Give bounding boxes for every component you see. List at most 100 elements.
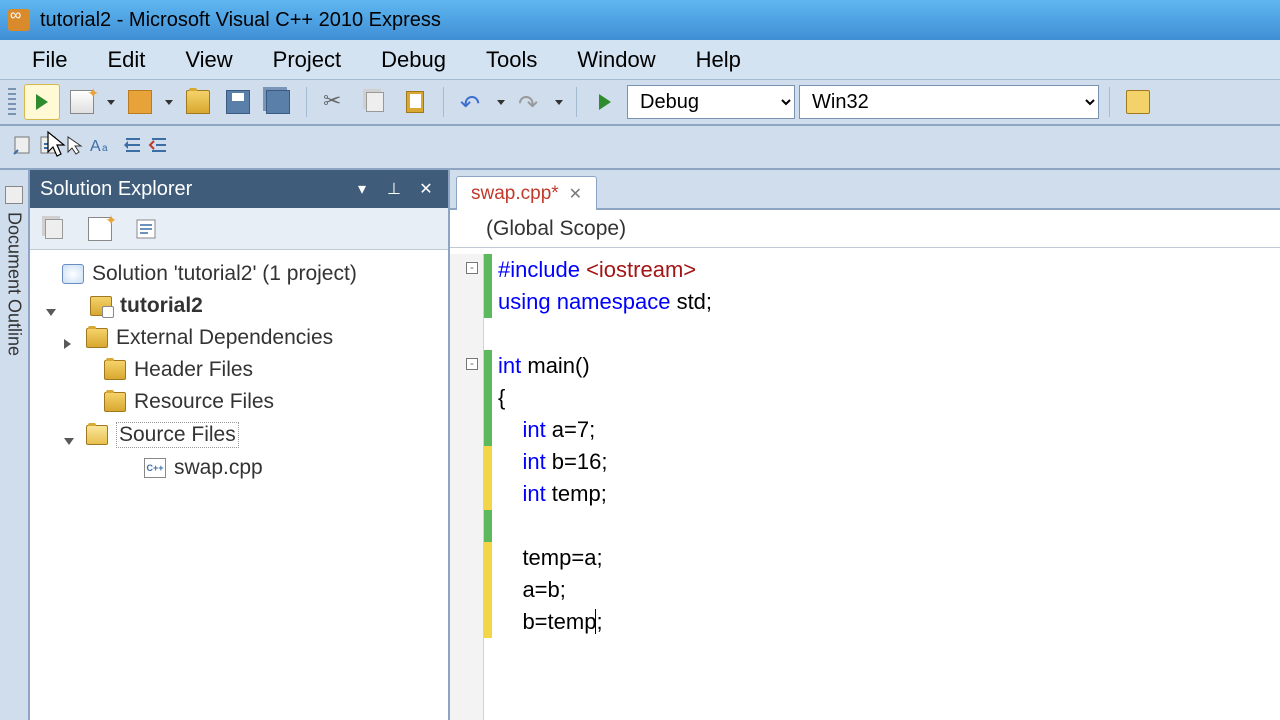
solution-icon: [62, 264, 84, 284]
secondary-toolbar: Aa: [0, 126, 1280, 170]
redo-button[interactable]: [512, 84, 548, 120]
new-project-dropdown[interactable]: [162, 84, 176, 120]
undo-dropdown[interactable]: [494, 84, 508, 120]
configuration-select[interactable]: Debug: [627, 85, 795, 119]
file-tab-swap[interactable]: swap.cpp* ✕: [456, 176, 597, 210]
expander-closed-icon[interactable]: [64, 331, 78, 345]
menu-help[interactable]: Help: [676, 41, 761, 79]
scope-label: (Global Scope): [486, 217, 626, 241]
menu-file[interactable]: File: [12, 41, 87, 79]
tb2-btn-2[interactable]: [38, 134, 60, 161]
open-file-button[interactable]: [180, 84, 216, 120]
tb2-btn-3[interactable]: [64, 134, 86, 161]
toolbar-grip[interactable]: [8, 88, 16, 116]
decrease-indent-button[interactable]: [122, 134, 144, 161]
redo-icon: [518, 90, 542, 114]
solution-explorer-header[interactable]: Solution Explorer ▾ ⊥ ✕: [30, 170, 448, 208]
window-title: tutorial2 - Microsoft Visual C++ 2010 Ex…: [40, 9, 441, 32]
menu-tools[interactable]: Tools: [466, 41, 557, 79]
tb2-btn-4[interactable]: Aa: [90, 135, 114, 160]
save-all-button[interactable]: [260, 84, 296, 120]
doc-arrow-icon: [12, 134, 34, 156]
find-in-files-button[interactable]: [1120, 84, 1156, 120]
start-debugging-button[interactable]: [24, 84, 60, 120]
properties-icon: [45, 219, 63, 239]
platform-select[interactable]: Win32: [799, 85, 1099, 119]
document-outline-tab[interactable]: Document Outline: [0, 170, 30, 720]
code-view-icon: [135, 218, 157, 240]
editor-tab-strip: swap.cpp* ✕: [450, 170, 1280, 210]
cut-icon: [323, 90, 347, 114]
save-button[interactable]: [220, 84, 256, 120]
cut-button[interactable]: [317, 84, 353, 120]
doc-outline-label: Document Outline: [4, 212, 25, 356]
panel-btn-refresh[interactable]: [132, 215, 160, 243]
fold-toggle-icon[interactable]: -: [466, 358, 478, 370]
solution-explorer-panel: Solution Explorer ▾ ⊥ ✕ Solution 'tutori…: [30, 170, 450, 720]
close-tab-icon[interactable]: ✕: [569, 184, 582, 204]
project-node[interactable]: tutorial2: [36, 290, 442, 322]
menu-edit[interactable]: Edit: [87, 41, 165, 79]
menu-debug[interactable]: Debug: [361, 41, 466, 79]
menu-project[interactable]: Project: [253, 41, 361, 79]
text-size-icon: Aa: [90, 135, 114, 155]
show-all-icon: [88, 217, 112, 241]
folder-label: External Dependencies: [116, 326, 333, 350]
new-file-icon: [70, 90, 94, 114]
play-icon: [593, 90, 617, 114]
menu-window[interactable]: Window: [557, 41, 675, 79]
change-unsaved-icon: [484, 542, 492, 638]
fold-toggle-icon[interactable]: -: [466, 262, 478, 274]
find-icon: [1126, 90, 1150, 114]
folder-label: Header Files: [134, 358, 253, 382]
code-text[interactable]: #include <iostream> using namespace std;…: [492, 254, 1280, 720]
expander-open-icon[interactable]: [64, 428, 78, 442]
panel-btn-showall[interactable]: [86, 215, 114, 243]
source-files-node[interactable]: Source Files: [36, 418, 442, 452]
close-icon[interactable]: ✕: [414, 177, 438, 201]
increase-indent-button[interactable]: [148, 134, 170, 161]
project-icon: [90, 296, 112, 316]
new-item-dropdown[interactable]: [104, 84, 118, 120]
tb2-btn-1[interactable]: [12, 134, 34, 161]
file-swap-cpp[interactable]: swap.cpp: [36, 452, 442, 484]
new-item-button[interactable]: [64, 84, 100, 120]
solution-toolbar: [30, 208, 448, 250]
solution-node[interactable]: Solution 'tutorial2' (1 project): [36, 258, 442, 290]
cpp-file-icon: [144, 458, 166, 478]
save-all-icon: [266, 90, 290, 114]
play-step-icon: [30, 90, 54, 114]
toolbar-separator: [1109, 87, 1110, 117]
change-saved-icon: [484, 510, 492, 542]
panel-dropdown-icon[interactable]: ▾: [350, 177, 374, 201]
resource-files-node[interactable]: Resource Files: [36, 386, 442, 418]
expander-open-icon[interactable]: [46, 299, 60, 313]
paste-button[interactable]: [397, 84, 433, 120]
start-button[interactable]: [587, 84, 623, 120]
folder-open-icon: [86, 425, 108, 445]
scope-bar[interactable]: (Global Scope): [450, 210, 1280, 248]
undo-button[interactable]: [454, 84, 490, 120]
external-deps-node[interactable]: External Dependencies: [36, 322, 442, 354]
copy-icon: [366, 92, 384, 112]
menu-bar: File Edit View Project Debug Tools Windo…: [0, 40, 1280, 80]
menu-view[interactable]: View: [165, 41, 252, 79]
pin-icon[interactable]: ⊥: [382, 177, 406, 201]
redo-dropdown[interactable]: [552, 84, 566, 120]
indent-icon: [148, 134, 170, 156]
open-folder-icon: [186, 90, 210, 114]
toolbar-separator: [306, 87, 307, 117]
header-files-node[interactable]: Header Files: [36, 354, 442, 386]
main-toolbar: Debug Win32: [0, 80, 1280, 126]
app-icon: [8, 9, 30, 31]
doc-outline-icon: [5, 186, 23, 204]
fold-gutter: - -: [450, 254, 484, 720]
toolbar-separator: [443, 87, 444, 117]
folder-icon: [86, 328, 108, 348]
code-editor[interactable]: - - #include <iostream> using namespace …: [450, 248, 1280, 720]
copy-button[interactable]: [357, 84, 393, 120]
panel-btn-home[interactable]: [40, 215, 68, 243]
folder-label: Source Files: [116, 422, 239, 448]
new-project-button[interactable]: [122, 84, 158, 120]
project-label: tutorial2: [120, 294, 203, 318]
